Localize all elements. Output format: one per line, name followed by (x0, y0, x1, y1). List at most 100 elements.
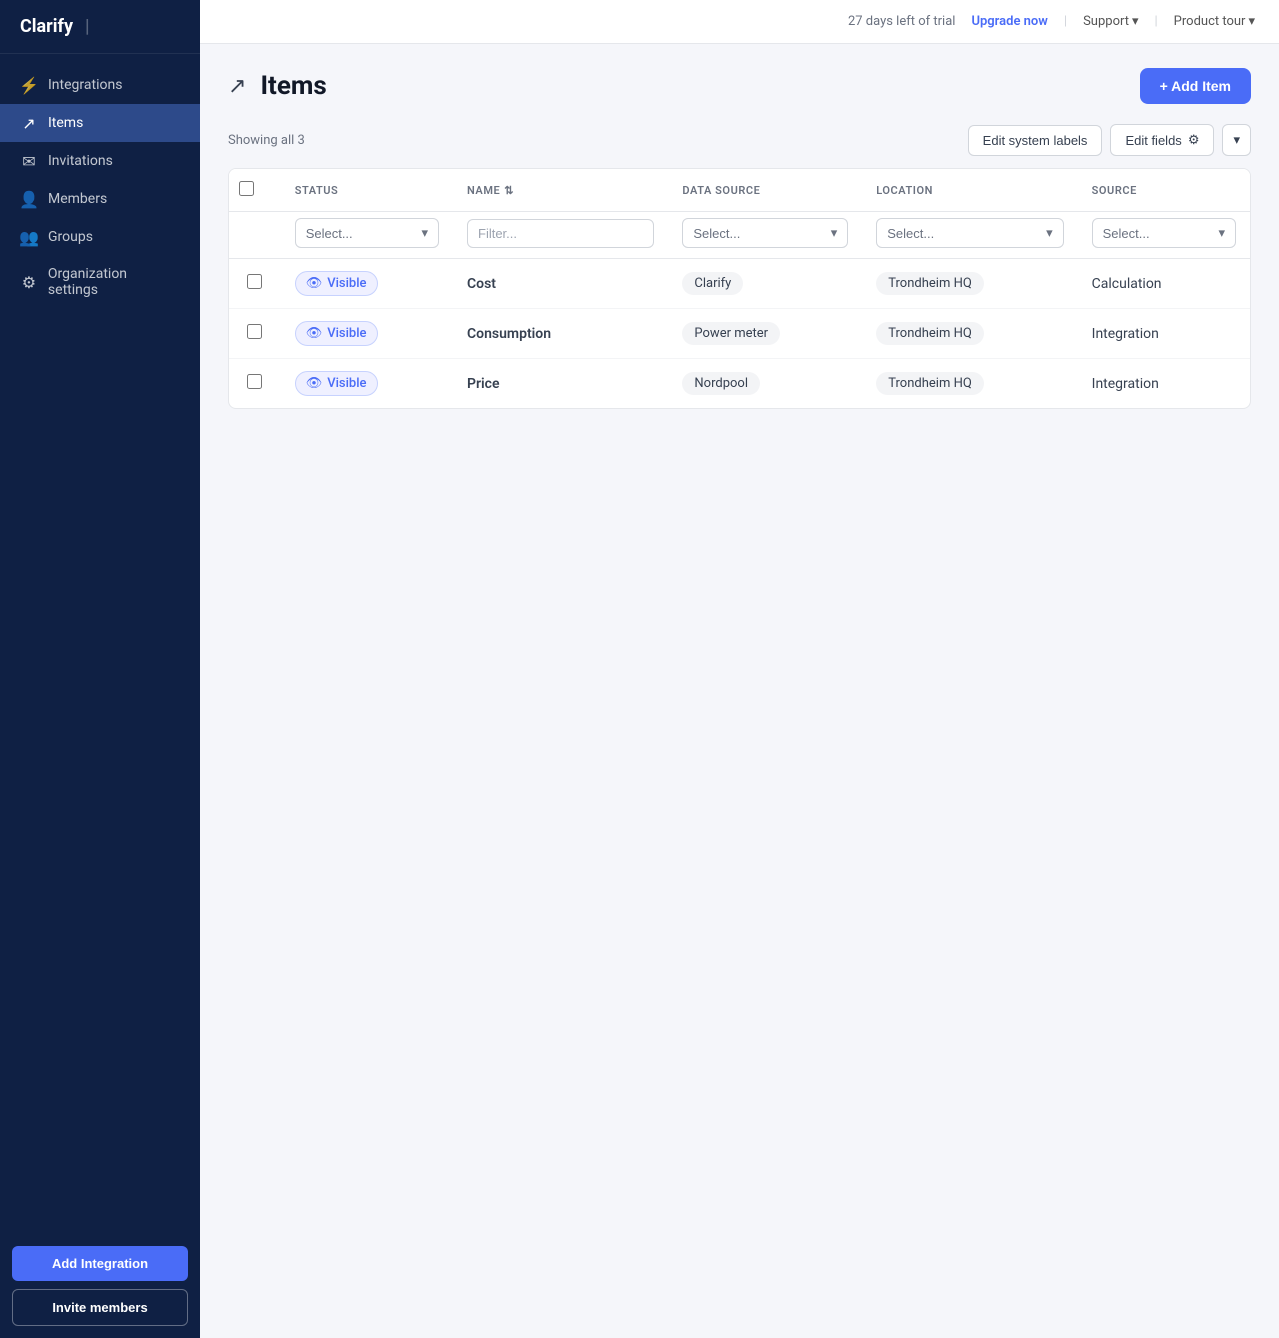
sidebar-item-org-settings[interactable]: ⚙ Organization settings (0, 256, 200, 308)
product-tour-link[interactable]: Product tour ▾ (1174, 14, 1255, 29)
status-filter-button[interactable]: Select... ▾ (295, 218, 439, 248)
row-checkbox-0[interactable] (247, 274, 262, 289)
row-source-0: Calculation (1078, 259, 1250, 309)
chevron-down-icon: ▾ (1132, 14, 1139, 29)
members-icon: 👤 (20, 190, 38, 208)
content-area: ↗ Items + Add Item Showing all 3 Edit sy… (200, 44, 1279, 1338)
row-name-1[interactable]: Consumption (453, 309, 668, 359)
source-text: Integration (1092, 376, 1159, 392)
sidebar-item-label: Organization settings (48, 266, 180, 298)
datasource-badge: Power meter (682, 322, 780, 345)
header-location: LOCATION (862, 169, 1077, 212)
row-checkbox-1[interactable] (247, 324, 262, 339)
app-logo: Clarify | (0, 0, 200, 54)
sidebar-nav: ⚡ Integrations ↗ Items ✉ Invitations 👤 M… (0, 54, 200, 1234)
edit-fields-button[interactable]: Edit fields ⚙ (1110, 124, 1214, 156)
header-status: STATUS (281, 169, 453, 212)
trial-text: 27 days left of trial (848, 14, 956, 29)
name-filter-input[interactable] (467, 219, 654, 248)
filter-name (453, 212, 668, 259)
chevron-down-icon: ▾ (1046, 225, 1053, 241)
row-location-2: Trondheim HQ (862, 359, 1077, 409)
row-location-1: Trondheim HQ (862, 309, 1077, 359)
sidebar-item-members[interactable]: 👤 Members (0, 180, 200, 218)
sidebar-item-label: Items (48, 115, 83, 131)
table-row: 👁 Visible Cost Clarify Trondheim HQ Calc… (229, 259, 1250, 309)
page-title-area: ↗ Items (228, 71, 327, 101)
header-checkbox-cell (229, 169, 281, 212)
sidebar-item-items[interactable]: ↗ Items (0, 104, 200, 142)
logo-divider: | (85, 16, 90, 37)
gear-icon: ⚙ (1188, 132, 1200, 148)
header-name[interactable]: NAME ⇅ (453, 169, 668, 212)
filter-datasource: Select... ▾ (668, 212, 862, 259)
showing-label: Showing all 3 (228, 133, 305, 148)
topbar-divider1: | (1064, 14, 1067, 29)
table-row: 👁 Visible Consumption Power meter Trondh… (229, 309, 1250, 359)
name-sort-button[interactable]: NAME ⇅ (467, 184, 654, 197)
location-badge: Trondheim HQ (876, 322, 984, 345)
filter-status: Select... ▾ (281, 212, 453, 259)
sidebar-item-label: Integrations (48, 77, 122, 93)
row-checkbox-cell (229, 309, 281, 359)
row-status-0: 👁 Visible (281, 259, 453, 309)
chevron-down-icon: ▾ (831, 225, 838, 241)
select-all-checkbox[interactable] (239, 181, 254, 196)
groups-icon: 👥 (20, 228, 38, 246)
visible-badge: 👁 Visible (295, 321, 378, 346)
sidebar: Clarify | ⚡ Integrations ↗ Items ✉ Invit… (0, 0, 200, 1338)
invite-members-button[interactable]: Invite members (12, 1289, 188, 1326)
add-integration-button[interactable]: Add Integration (12, 1246, 188, 1281)
table-options-button[interactable]: ▾ (1222, 124, 1251, 156)
items-table-wrapper: STATUS NAME ⇅ DATA SOURCE LOCATI (228, 168, 1251, 409)
filter-row: Select... ▾ Select... ▾ (229, 212, 1250, 259)
table-row: 👁 Visible Price Nordpool Trondheim HQ In… (229, 359, 1250, 409)
chevron-down-icon: ▾ (1218, 225, 1225, 241)
row-name-2[interactable]: Price (453, 359, 668, 409)
row-source-1: Integration (1078, 309, 1250, 359)
chevron-down-icon: ▾ (421, 225, 428, 241)
main-content: 27 days left of trial Upgrade now | Supp… (200, 0, 1279, 1338)
sidebar-item-label: Groups (48, 229, 93, 245)
filter-source: Select... ▾ (1078, 212, 1250, 259)
row-checkbox-cell (229, 259, 281, 309)
topbar: 27 days left of trial Upgrade now | Supp… (200, 0, 1279, 44)
chevron-down-icon: ▾ (1248, 14, 1255, 29)
add-item-button[interactable]: + Add Item (1140, 68, 1251, 104)
row-status-2: 👁 Visible (281, 359, 453, 409)
source-text: Calculation (1092, 276, 1162, 292)
eye-icon: 👁 (306, 276, 323, 291)
row-source-2: Integration (1078, 359, 1250, 409)
app-name: Clarify (20, 16, 73, 37)
topbar-divider2: | (1154, 14, 1157, 29)
sidebar-item-label: Members (48, 191, 107, 207)
row-checkbox-2[interactable] (247, 374, 262, 389)
row-datasource-2: Nordpool (668, 359, 862, 409)
visible-badge: 👁 Visible (295, 271, 378, 296)
support-link[interactable]: Support ▾ (1083, 14, 1138, 29)
table-body: 👁 Visible Cost Clarify Trondheim HQ Calc… (229, 259, 1250, 409)
location-filter-button[interactable]: Select... ▾ (876, 218, 1063, 248)
trend-icon: ↗ (228, 74, 246, 99)
sidebar-bottom: Add Integration Invite members (0, 1234, 200, 1338)
datasource-badge: Clarify (682, 272, 743, 295)
datasource-filter-button[interactable]: Select... ▾ (682, 218, 848, 248)
page-header: ↗ Items + Add Item (228, 68, 1251, 104)
header-datasource: DATA SOURCE (668, 169, 862, 212)
upgrade-link[interactable]: Upgrade now (971, 14, 1047, 29)
row-location-0: Trondheim HQ (862, 259, 1077, 309)
location-badge: Trondheim HQ (876, 272, 984, 295)
row-name-0[interactable]: Cost (453, 259, 668, 309)
sidebar-item-invitations[interactable]: ✉ Invitations (0, 142, 200, 180)
sidebar-item-groups[interactable]: 👥 Groups (0, 218, 200, 256)
invitations-icon: ✉ (20, 152, 38, 170)
table-header-row: STATUS NAME ⇅ DATA SOURCE LOCATI (229, 169, 1250, 212)
sidebar-item-integrations[interactable]: ⚡ Integrations (0, 66, 200, 104)
edit-system-labels-button[interactable]: Edit system labels (968, 125, 1103, 156)
source-filter-button[interactable]: Select... ▾ (1092, 218, 1236, 248)
location-badge: Trondheim HQ (876, 372, 984, 395)
source-text: Integration (1092, 326, 1159, 342)
datasource-badge: Nordpool (682, 372, 760, 395)
filter-checkbox-cell (229, 212, 281, 259)
row-datasource-0: Clarify (668, 259, 862, 309)
